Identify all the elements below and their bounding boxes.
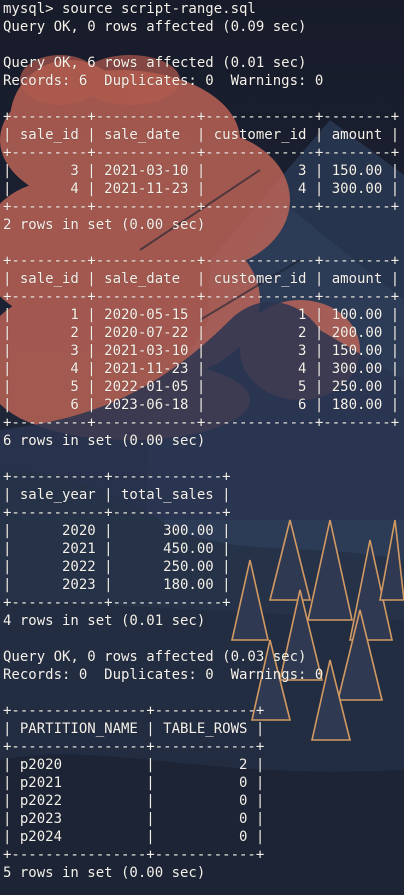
terminal-output-line: | 6 | 2023-06-18 | 6 | 180.00 | bbox=[3, 397, 400, 413]
terminal-output-line: | sale_id | sale_date | customer_id | am… bbox=[3, 271, 400, 287]
terminal-output-line: +---------+------------+-------------+--… bbox=[3, 145, 400, 161]
terminal-output-line: | 3 | 2021-03-10 | 3 | 150.00 | bbox=[3, 163, 400, 179]
terminal-output-line bbox=[3, 630, 399, 648]
prompt-command-line: mysql> source script-range.sql bbox=[3, 1, 256, 17]
terminal-output-line: | p2024 | 0 | bbox=[3, 829, 265, 845]
terminal-output-line bbox=[3, 36, 399, 54]
terminal-output-line: | 4 | 2021-11-23 | 4 | 300.00 | bbox=[3, 361, 400, 377]
terminal-output-line: +----------------+------------+ bbox=[3, 847, 265, 863]
terminal-output-line: Records: 0 Duplicates: 0 Warnings: 0 bbox=[3, 667, 324, 683]
terminal-output-line: | 2021 | 450.00 | bbox=[3, 541, 231, 557]
terminal-output-line: Records: 6 Duplicates: 0 Warnings: 0 bbox=[3, 73, 324, 89]
terminal-output-line: +-----------+-------------+ bbox=[3, 505, 231, 521]
terminal-output-line: +---------+------------+-------------+--… bbox=[3, 109, 400, 125]
terminal-output-line: | p2023 | 0 | bbox=[3, 811, 265, 827]
terminal-output-line: | p2020 | 2 | bbox=[3, 757, 265, 773]
terminal-output-line: +---------+------------+-------------+--… bbox=[3, 289, 400, 305]
terminal-output-line: | 4 | 2021-11-23 | 4 | 300.00 | bbox=[3, 181, 400, 197]
terminal-output-line: | 1 | 2020-05-15 | 1 | 100.00 | bbox=[3, 307, 400, 323]
terminal-output-line: 5 rows in set (0.00 sec) bbox=[3, 865, 206, 881]
terminal-output-line: | 2023 | 180.00 | bbox=[3, 577, 231, 593]
terminal-output-line: +-----------+-------------+ bbox=[3, 595, 231, 611]
terminal-output-line: Query OK, 0 rows affected (0.09 sec) bbox=[3, 19, 307, 35]
terminal-output-line: | 2020 | 300.00 | bbox=[3, 523, 231, 539]
terminal-output-line: | 2022 | 250.00 | bbox=[3, 559, 231, 575]
terminal-output-line: +---------+------------+-------------+--… bbox=[3, 199, 400, 215]
terminal-output-line: +----------------+------------+ bbox=[3, 703, 265, 719]
terminal-output-line bbox=[3, 684, 399, 702]
terminal-output-line bbox=[3, 90, 399, 108]
terminal-window[interactable]: mysql> source script-range.sql Query OK, … bbox=[0, 0, 404, 895]
terminal-output-line: 4 rows in set (0.01 sec) bbox=[3, 613, 206, 629]
terminal-output-line: | sale_id | sale_date | customer_id | am… bbox=[3, 127, 400, 143]
terminal-output-line: Query OK, 6 rows affected (0.01 sec) bbox=[3, 55, 307, 71]
terminal-output-line: Query OK, 0 rows affected (0.03 sec) bbox=[3, 649, 307, 665]
terminal-output: mysql> source script-range.sql Query OK, … bbox=[3, 0, 399, 882]
terminal-output-line: 6 rows in set (0.00 sec) bbox=[3, 433, 206, 449]
terminal-output-line: | sale_year | total_sales | bbox=[3, 487, 231, 503]
terminal-output-line: | PARTITION_NAME | TABLE_ROWS | bbox=[3, 721, 265, 737]
terminal-output-line bbox=[3, 450, 399, 468]
terminal-output-line: | 3 | 2021-03-10 | 3 | 150.00 | bbox=[3, 343, 400, 359]
terminal-output-line: +---------+------------+-------------+--… bbox=[3, 253, 400, 269]
terminal-output-line: +-----------+-------------+ bbox=[3, 469, 231, 485]
terminal-output-line: | p2021 | 0 | bbox=[3, 775, 265, 791]
terminal-output-line: | 5 | 2022-01-05 | 5 | 250.00 | bbox=[3, 379, 400, 395]
terminal-output-line: | 2 | 2020-07-22 | 2 | 200.00 | bbox=[3, 325, 400, 341]
terminal-output-line: +----------------+------------+ bbox=[3, 739, 265, 755]
terminal-output-line: 2 rows in set (0.00 sec) bbox=[3, 217, 206, 233]
terminal-output-line: +---------+------------+-------------+--… bbox=[3, 415, 400, 431]
terminal-output-line: | p2022 | 0 | bbox=[3, 793, 265, 809]
terminal-output-line bbox=[3, 234, 399, 252]
